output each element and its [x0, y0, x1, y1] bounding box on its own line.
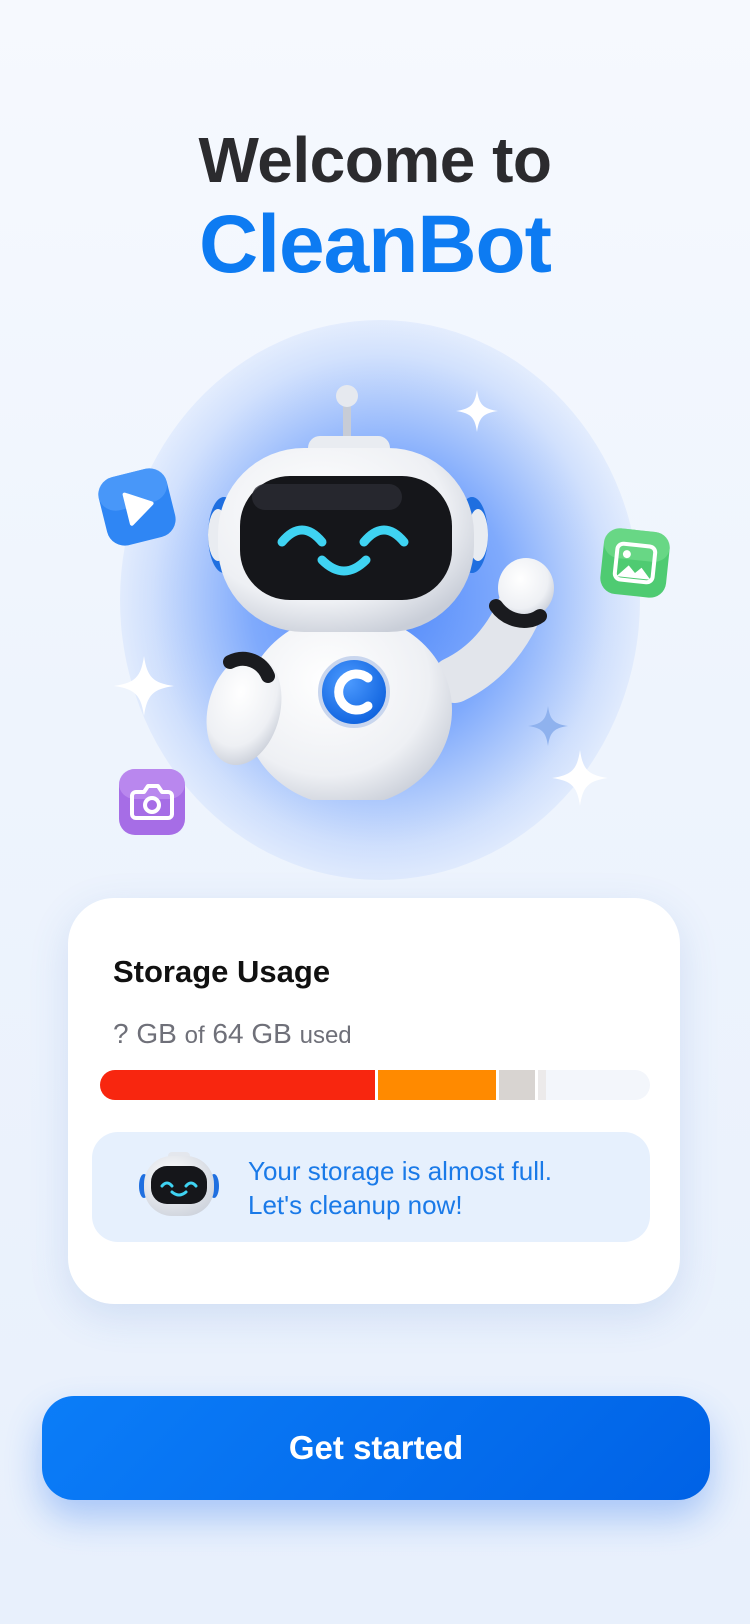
robot-avatar-icon: [139, 1152, 219, 1216]
total-value: 64: [212, 1018, 244, 1049]
welcome-text: Welcome to: [198, 124, 553, 196]
storage-alert: Your storage is almost full. Let's clean…: [92, 1132, 650, 1242]
used-text: used: [299, 1022, 352, 1049]
storage-usage-text: ? GB of 64 GB used: [113, 1018, 352, 1050]
video-play-icon: [98, 468, 176, 546]
storage-bar-segment: [100, 1070, 375, 1100]
welcome-header: Welcome to CleanBot: [0, 120, 750, 290]
image-icon: [600, 528, 670, 598]
sparkle-icon: [114, 656, 174, 716]
of-text: of: [184, 1022, 205, 1049]
storage-bar-segment: [534, 1070, 546, 1100]
storage-bar-segment: [375, 1070, 496, 1100]
storage-title: Storage Usage: [113, 954, 331, 989]
robot-mascot: [206, 385, 554, 800]
storage-alert-text: Your storage is almost full. Let's clean…: [248, 1154, 552, 1222]
alert-line-1: Your storage is almost full.: [248, 1156, 552, 1186]
used-value: ?: [113, 1018, 129, 1049]
camera-icon: [119, 769, 185, 835]
alert-line-2: Let's cleanup now!: [248, 1190, 463, 1220]
hero-illustration: [0, 300, 750, 900]
storage-card: Storage Usage ? GB of 64 GB used Your st…: [68, 898, 680, 1304]
app-name: CleanBot: [199, 199, 552, 290]
storage-bar-segment: [496, 1070, 535, 1100]
total-unit: GB: [251, 1018, 292, 1049]
storage-bar: [100, 1070, 650, 1100]
used-unit: GB: [136, 1018, 177, 1049]
get-started-button[interactable]: Get started: [42, 1396, 710, 1500]
